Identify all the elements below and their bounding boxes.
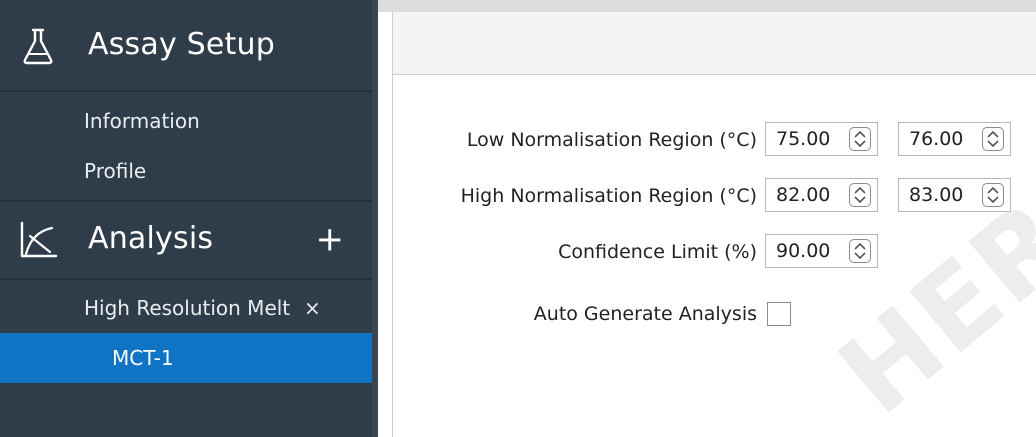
sidebar-item-label: Information bbox=[84, 109, 200, 133]
high-normalisation-label: High Normalisation Region (°C) bbox=[460, 185, 757, 207]
spin-arrows[interactable] bbox=[982, 127, 1004, 151]
sidebar-divider bbox=[0, 90, 372, 92]
spin-arrows[interactable] bbox=[849, 239, 871, 263]
sidebar-item-information[interactable]: Information bbox=[0, 96, 372, 146]
top-strip bbox=[378, 0, 1036, 12]
panel-header bbox=[393, 12, 1036, 75]
sidebar-item-high-resolution-melt[interactable]: High Resolution Melt × bbox=[0, 283, 372, 333]
sidebar-item-label: MCT-1 bbox=[112, 346, 174, 370]
spin-value: 90.00 bbox=[776, 240, 831, 262]
low-normalisation-end-input[interactable]: 76.00 bbox=[898, 122, 1011, 156]
sidebar-item-profile[interactable]: Profile bbox=[0, 146, 372, 196]
high-normalisation-row: High Normalisation Region (°C) 82.00 83.… bbox=[393, 178, 1036, 214]
up-down-arrows-icon bbox=[854, 242, 866, 260]
spin-value: 76.00 bbox=[909, 128, 964, 150]
sidebar-item-label: High Resolution Melt bbox=[84, 296, 291, 320]
low-normalisation-row: Low Normalisation Region (°C) 75.00 76.0… bbox=[393, 122, 1036, 158]
confidence-limit-input[interactable]: 90.00 bbox=[765, 234, 878, 268]
sidebar-item-mct-1[interactable]: MCT-1 bbox=[0, 333, 372, 383]
spin-value: 83.00 bbox=[909, 184, 964, 206]
sidebar-section-analysis[interactable]: Analysis + bbox=[0, 200, 372, 280]
add-analysis-button[interactable]: + bbox=[316, 222, 345, 256]
sidebar-section-title: Assay Setup bbox=[88, 27, 275, 63]
up-down-arrows-icon bbox=[987, 130, 999, 148]
sidebar-section-assay-setup[interactable]: Assay Setup bbox=[0, 6, 372, 86]
spin-value: 82.00 bbox=[776, 184, 831, 206]
flask-icon bbox=[23, 28, 53, 65]
low-normalisation-label: Low Normalisation Region (°C) bbox=[466, 129, 757, 151]
high-normalisation-start-input[interactable]: 82.00 bbox=[765, 178, 878, 212]
sidebar-section-title: Analysis bbox=[88, 221, 214, 257]
auto-generate-label: Auto Generate Analysis bbox=[533, 303, 757, 325]
close-icon[interactable]: × bbox=[304, 296, 321, 320]
spin-arrows[interactable] bbox=[849, 127, 871, 151]
up-down-arrows-icon bbox=[854, 186, 866, 204]
spin-value: 75.00 bbox=[776, 128, 831, 150]
sidebar: Assay Setup Information Profile Analysis… bbox=[0, 0, 372, 437]
sidebar-item-label: Profile bbox=[84, 159, 147, 183]
auto-generate-checkbox[interactable] bbox=[767, 302, 791, 326]
spin-arrows[interactable] bbox=[849, 183, 871, 207]
confidence-limit-label: Confidence Limit (%) bbox=[558, 241, 757, 263]
up-down-arrows-icon bbox=[854, 130, 866, 148]
chart-curve-icon bbox=[20, 221, 58, 258]
sidebar-divider bbox=[0, 278, 372, 280]
app-window: Assay Setup Information Profile Analysis… bbox=[0, 0, 1036, 437]
low-normalisation-start-input[interactable]: 75.00 bbox=[765, 122, 878, 156]
